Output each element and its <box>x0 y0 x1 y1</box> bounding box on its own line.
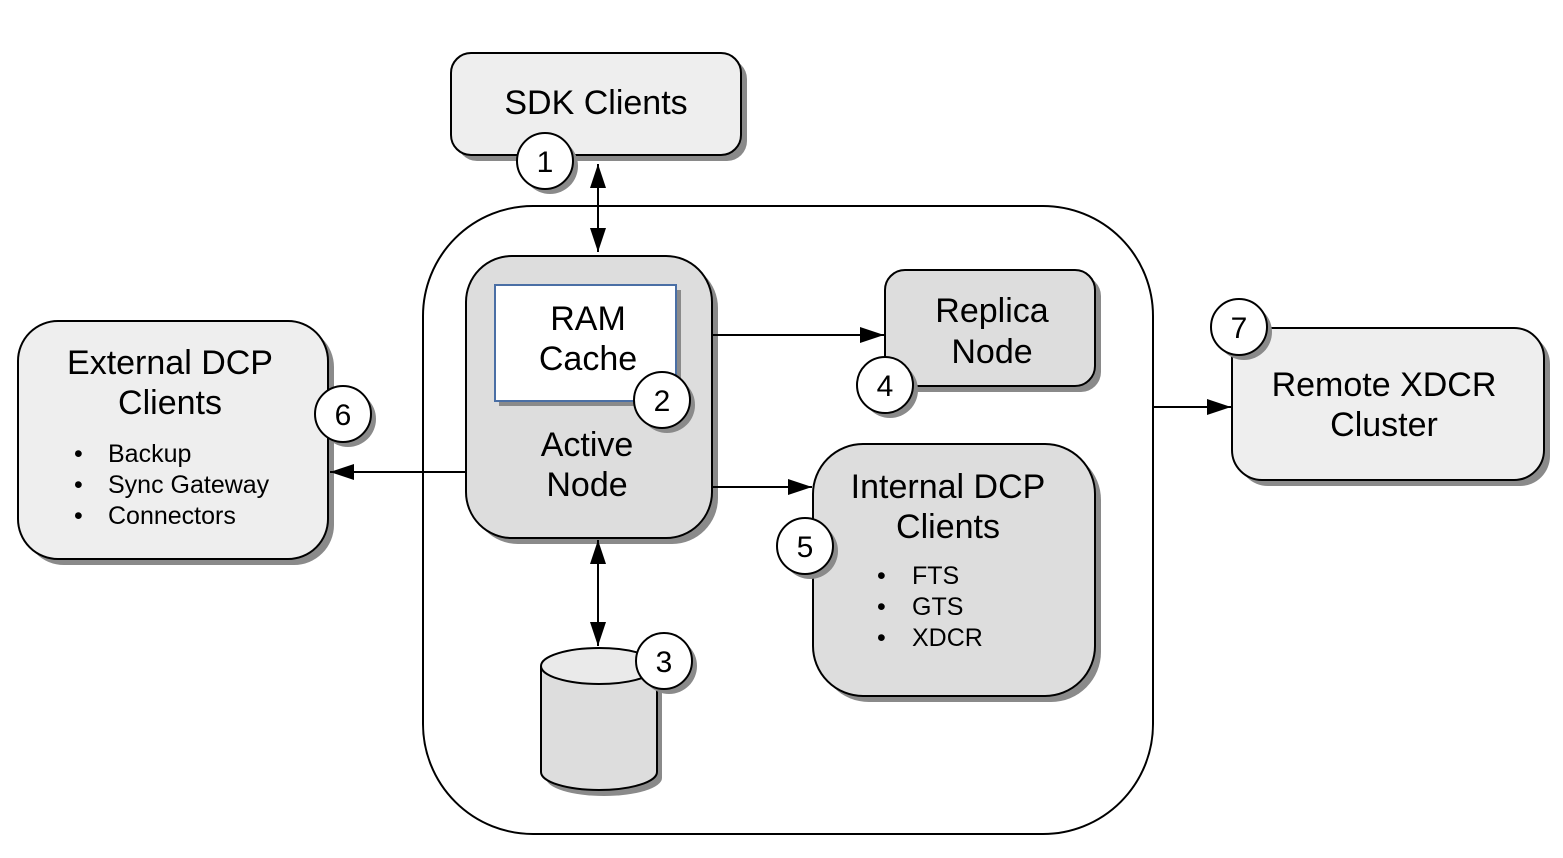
bullet-icon: • <box>74 502 83 530</box>
external-dcp-item-backup: Backup <box>108 440 191 468</box>
badge-1-number: 1 <box>537 146 554 179</box>
badge-7-number: 7 <box>1231 312 1248 345</box>
sdk-clients-label: SDK Clients <box>504 84 687 122</box>
badge-2-number: 2 <box>654 385 671 418</box>
badge-6-number: 6 <box>335 399 352 432</box>
sdk-clients-node[interactable]: SDK Clients <box>450 52 747 161</box>
remote-xdcr-cluster-node[interactable]: Remote XDCR Cluster <box>1231 327 1550 486</box>
remote-xdcr-label-line1: Remote XDCR <box>1272 366 1497 404</box>
remote-xdcr-label-line2: Cluster <box>1330 406 1438 444</box>
replica-node[interactable]: Replica Node <box>884 269 1101 392</box>
internal-dcp-title-line2: Clients <box>896 508 1000 546</box>
bullet-icon: • <box>877 624 886 652</box>
architecture-diagram: SDK Clients External DCP Clients • Backu… <box>17 52 1550 835</box>
active-node-label-line1: Active <box>541 426 634 464</box>
internal-dcp-item-xdcr: XDCR <box>912 624 983 652</box>
internal-dcp-clients-node[interactable]: Internal DCP Clients • FTS • GTS • XDCR <box>812 443 1101 702</box>
badge-5-number: 5 <box>797 531 814 564</box>
external-dcp-title-line2: Clients <box>118 384 222 422</box>
replica-node-label-line2: Node <box>951 333 1032 371</box>
bullet-icon: • <box>877 562 886 590</box>
badge-7: 7 <box>1210 298 1272 360</box>
internal-dcp-item-fts: FTS <box>912 562 959 590</box>
external-dcp-title-line1: External DCP <box>67 344 273 382</box>
badge-4-number: 4 <box>877 370 894 403</box>
badge-3-number: 3 <box>656 646 673 679</box>
internal-dcp-item-gts: GTS <box>912 593 963 621</box>
bullet-icon: • <box>877 593 886 621</box>
bullet-icon: • <box>74 471 83 499</box>
external-dcp-item-connectors: Connectors <box>108 502 236 530</box>
ram-cache-label-line2: Cache <box>539 340 637 378</box>
ram-cache-label-line1: RAM <box>550 300 626 338</box>
external-dcp-item-sync-gateway: Sync Gateway <box>108 471 270 499</box>
active-node-label-line2: Node <box>546 466 627 504</box>
internal-dcp-title-line1: Internal DCP <box>851 468 1046 506</box>
replica-node-label-line1: Replica <box>935 292 1048 330</box>
external-dcp-clients-node[interactable]: External DCP Clients • Backup • Sync Gat… <box>17 320 334 565</box>
bullet-icon: • <box>74 440 83 468</box>
